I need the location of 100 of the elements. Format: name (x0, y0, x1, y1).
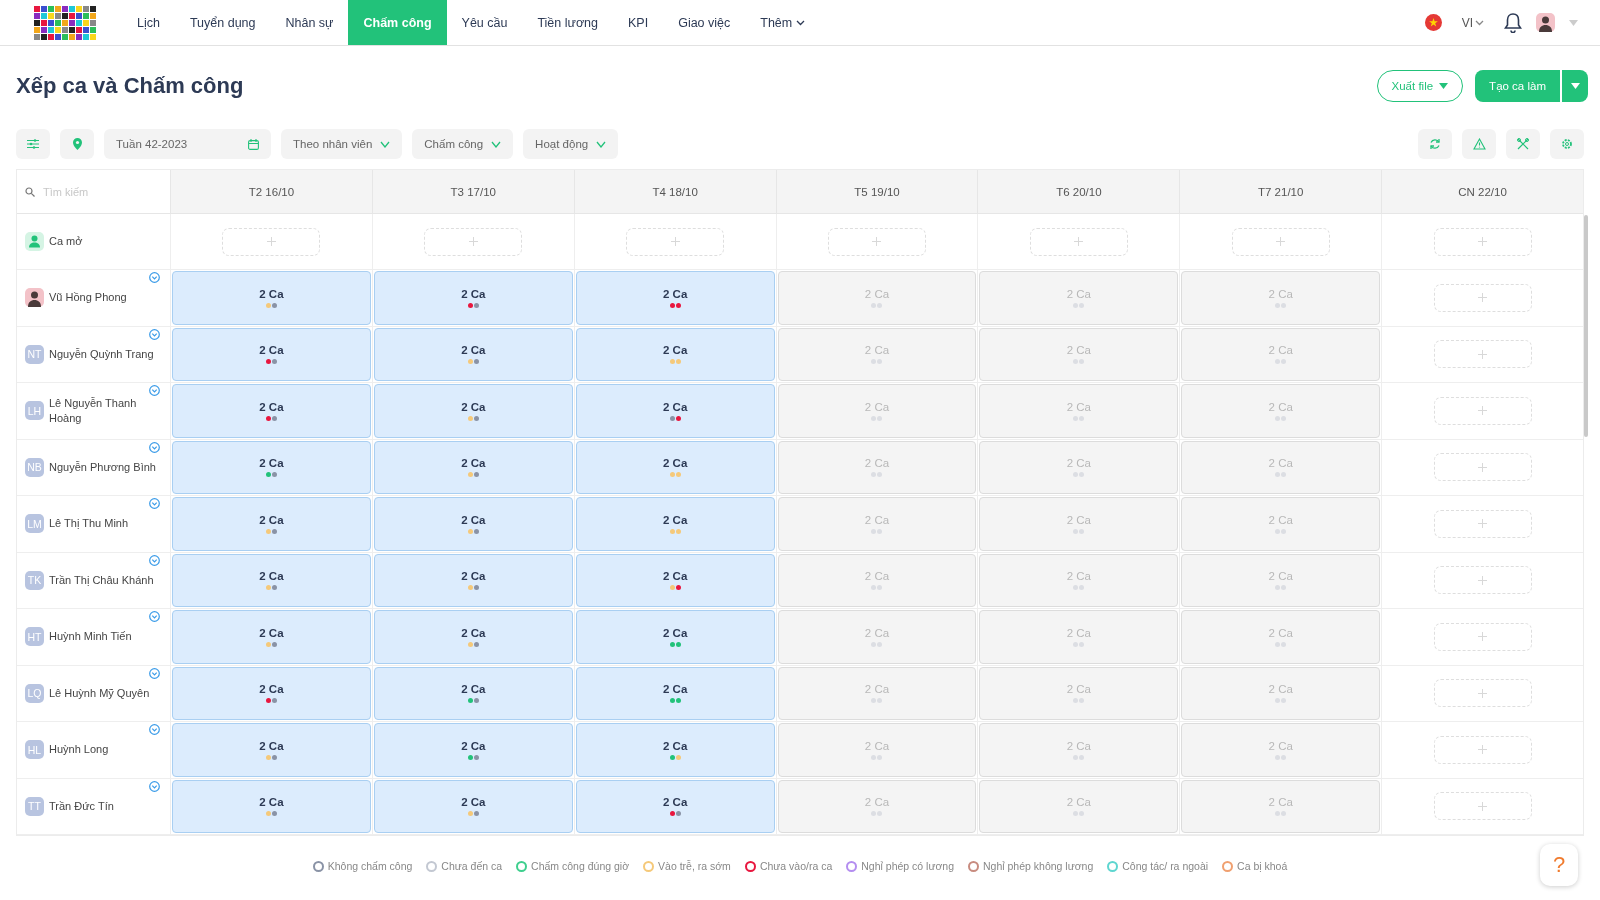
shift-cell[interactable]: 2 Ca (172, 723, 371, 777)
shift-cell[interactable]: 2 Ca (172, 666, 371, 720)
shift-cell[interactable]: 2 Ca (172, 440, 371, 494)
filter-dropdown[interactable]: Hoạt động (523, 129, 619, 159)
avatar-initials: LM (25, 514, 44, 534)
shift-cell[interactable]: 2 Ca (172, 384, 371, 438)
avatar-initials: TT (25, 796, 44, 816)
shift-cell[interactable]: 2 Ca (373, 327, 573, 381)
settings-button[interactable] (1550, 129, 1584, 159)
add-shift-button[interactable] (1433, 340, 1532, 369)
shift-cell[interactable]: 2 Ca (172, 327, 371, 381)
add-shift-button[interactable] (828, 227, 926, 256)
shift-cell[interactable]: 2 Ca (575, 384, 775, 438)
shift-cell[interactable]: 2 Ca (575, 723, 775, 777)
shift-cell[interactable]: 2 Ca (575, 553, 775, 607)
add-shift-button[interactable] (1433, 509, 1532, 538)
nav-tab[interactable]: Giao việc (663, 0, 746, 45)
shift-cell[interactable]: 2 Ca (575, 666, 775, 720)
add-shift-button[interactable] (1433, 227, 1532, 256)
day-header: T4 18/10 (573, 170, 776, 214)
shift-cell[interactable]: 2 Ca (373, 666, 573, 720)
logo-icon[interactable] (34, 5, 96, 40)
plus-icon (1478, 575, 1488, 585)
shift-cell[interactable]: 2 Ca (575, 779, 775, 833)
chevron-down-icon[interactable] (149, 328, 160, 340)
caret-icon (491, 140, 502, 148)
legend-label: Chưa đến ca (441, 860, 503, 872)
location-button[interactable] (60, 129, 94, 159)
add-shift-button[interactable] (1433, 622, 1532, 651)
add-shift-button[interactable] (1433, 792, 1532, 821)
chevron-down-icon[interactable] (149, 724, 160, 735)
add-shift-button[interactable] (1433, 735, 1532, 764)
employee-name: Lê Thị Thu Minh (49, 516, 129, 532)
shift-cell[interactable]: 2 Ca (172, 779, 371, 833)
add-shift-button[interactable] (1433, 679, 1532, 708)
chevron-down-icon[interactable] (149, 385, 160, 396)
page-title: Xếp ca và Chấm công (16, 73, 244, 99)
chevron-down-icon[interactable] (149, 272, 160, 283)
avatar-initials: LH (25, 401, 44, 421)
shift-cell[interactable]: 2 Ca (172, 553, 371, 607)
add-shift-button[interactable] (626, 227, 725, 256)
nav-tab[interactable]: Nhân sự (270, 0, 349, 45)
shift-cell[interactable]: 2 Ca (172, 497, 371, 551)
add-shift-button[interactable] (222, 227, 321, 256)
shift-cell[interactable]: 2 Ca (575, 610, 775, 664)
plus-icon (1478, 293, 1488, 303)
shift-cell[interactable]: 2 Ca (373, 440, 573, 494)
create-menu-button[interactable] (1560, 70, 1588, 102)
chevron-down-icon[interactable] (149, 780, 160, 792)
refresh-button[interactable] (1418, 129, 1452, 159)
shift-count: 2 Ca (1268, 287, 1293, 300)
chevron-down-icon[interactable] (149, 554, 160, 566)
nav-tab[interactable]: Lịch (122, 0, 175, 45)
shift-cell[interactable]: 2 Ca (373, 553, 573, 607)
shift-cell[interactable]: 2 Ca (373, 271, 573, 325)
nav-tab[interactable]: Thêm (745, 0, 821, 45)
filter-dropdown[interactable]: Theo nhân viên (281, 129, 403, 159)
nav-tab[interactable]: Yêu cầu (446, 0, 523, 45)
filter-button[interactable] (16, 129, 50, 159)
caret-icon (1475, 19, 1484, 26)
chevron-down-icon[interactable] (149, 611, 160, 622)
add-shift-button[interactable] (1231, 227, 1330, 256)
shift-count: 2 Ca (663, 457, 688, 470)
add-shift-button[interactable] (1029, 227, 1128, 256)
language-selector[interactable]: VI (1455, 14, 1490, 31)
add-shift-button[interactable] (424, 227, 523, 256)
warning-button[interactable] (1462, 129, 1496, 159)
shift-cell[interactable]: 2 Ca (373, 610, 573, 664)
chevron-down-icon[interactable] (149, 498, 160, 509)
shift-cell[interactable]: 2 Ca (575, 327, 775, 381)
shift-cell[interactable]: 2 Ca (373, 497, 573, 551)
filter-dropdown[interactable]: Chấm công (412, 129, 514, 159)
nav-tab[interactable]: Tuyển dụng (174, 0, 271, 45)
shift-count: 2 Ca (259, 796, 284, 809)
shift-cell[interactable]: 2 Ca (172, 271, 371, 325)
shift-count: 2 Ca (259, 570, 284, 583)
shift-cell[interactable]: 2 Ca (575, 440, 775, 494)
nav-tab[interactable]: KPI (613, 0, 664, 45)
week-field[interactable]: Tuần 42-2023 (104, 129, 271, 159)
person-icon (25, 232, 44, 251)
add-shift-button[interactable] (1433, 566, 1532, 595)
shift-cell[interactable]: 2 Ca (373, 384, 573, 438)
nav-tab[interactable]: Tiền lương (522, 0, 613, 45)
add-shift-button[interactable] (1433, 283, 1532, 312)
day-header: T3 17/10 (371, 170, 574, 214)
shift-cell[interactable]: 2 Ca (373, 723, 573, 777)
tools-button[interactable] (1506, 129, 1540, 159)
plus-icon (266, 237, 276, 246)
add-shift-button[interactable] (1433, 396, 1532, 425)
shift-count: 2 Ca (259, 287, 284, 300)
chevron-down-icon[interactable] (149, 441, 160, 453)
shift-cell[interactable]: 2 Ca (172, 610, 371, 664)
bell-icon[interactable] (1504, 12, 1522, 33)
shift-cell[interactable]: 2 Ca (373, 779, 573, 833)
shift-cell[interactable]: 2 Ca (575, 271, 775, 325)
chevron-down-icon[interactable] (149, 667, 160, 679)
shift-count: 2 Ca (1268, 344, 1293, 357)
shift-cell[interactable]: 2 Ca (575, 497, 775, 551)
add-shift-button[interactable] (1433, 453, 1532, 482)
avatar-icon[interactable] (1536, 13, 1555, 32)
